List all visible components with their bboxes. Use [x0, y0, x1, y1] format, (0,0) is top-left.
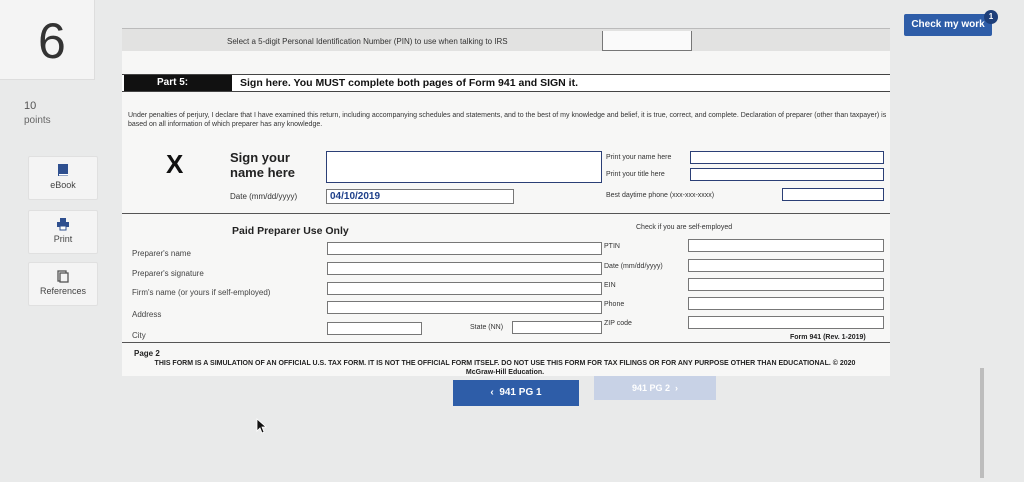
- part-tag: Part 5:: [124, 75, 232, 91]
- city-label: City: [132, 331, 146, 340]
- firm-name-input[interactable]: [327, 282, 602, 295]
- print-label: Print: [53, 234, 73, 244]
- print-name-input[interactable]: [690, 151, 884, 164]
- references-icon: [57, 270, 69, 283]
- perjury-statement: Under penalties of perjury, I declare th…: [128, 112, 887, 128]
- mouse-cursor-icon: [256, 418, 268, 434]
- ebook-label: eBook: [50, 180, 76, 190]
- preparer-date-label: Date (mm/dd/yyyy): [604, 263, 663, 270]
- phone-preparer-label: Phone: [604, 301, 625, 308]
- preparer-phone-input[interactable]: [688, 297, 884, 310]
- ptin-input[interactable]: [688, 239, 884, 252]
- preparer-name-input[interactable]: [327, 242, 602, 255]
- print-button[interactable]: Print: [28, 210, 98, 254]
- preparer-signature-input[interactable]: [327, 262, 602, 275]
- points-label: points: [24, 115, 51, 126]
- city-input[interactable]: [327, 322, 422, 335]
- ptin-label: PTIN: [604, 243, 620, 250]
- sign-label: Sign your name here: [230, 150, 296, 180]
- references-button[interactable]: References: [28, 262, 98, 306]
- date-input[interactable]: 04/10/2019: [326, 189, 514, 204]
- phone-label: Best daytime phone (xxx-xxx-xxxx): [606, 192, 715, 199]
- check-my-work-button[interactable]: Check my work: [904, 14, 992, 36]
- paid-preparer-title: Paid Preparer Use Only: [232, 225, 349, 237]
- ebook-button[interactable]: eBook: [28, 156, 98, 200]
- form-941-page-2: Select a 5-digit Personal Identification…: [122, 28, 890, 376]
- part-title: Sign here. You MUST complete both pages …: [240, 77, 578, 89]
- disclaimer: THIS FORM IS A SIMULATION OF AN OFFICIAL…: [154, 360, 856, 376]
- next-page-label: 941 PG 2: [631, 383, 671, 393]
- form-revision: Form 941 (Rev. 1-2019): [790, 334, 866, 341]
- preparer-date-input[interactable]: [688, 259, 884, 272]
- references-label: References: [39, 286, 87, 296]
- address-input[interactable]: [327, 301, 602, 314]
- state-label: State (NN): [470, 324, 504, 331]
- book-icon: [58, 164, 68, 176]
- date-label: Date (mm/dd/yyyy): [230, 192, 298, 201]
- prev-page-button[interactable]: ‹ 941 PG 1: [453, 380, 579, 406]
- firm-name-label: Firm's name (or yours if self-employed): [132, 288, 271, 297]
- points-value: 10: [24, 100, 37, 112]
- part-5-header: Part 5: Sign here. You MUST complete bot…: [122, 74, 890, 92]
- zip-input[interactable]: [688, 316, 884, 329]
- chevron-right-icon: ›: [670, 383, 679, 393]
- printer-icon: [57, 218, 69, 231]
- scrollbar[interactable]: [980, 368, 984, 478]
- question-number: 6: [38, 13, 66, 69]
- print-name-label: Print your name here: [606, 154, 672, 161]
- phone-input[interactable]: [782, 188, 884, 201]
- zip-label: ZIP code: [604, 320, 632, 327]
- divider: [122, 213, 890, 214]
- preparer-name-label: Preparer's name: [132, 249, 191, 258]
- chevron-left-icon: ‹: [490, 387, 500, 398]
- pin-instruction: Select a 5-digit Personal Identification…: [227, 37, 508, 46]
- self-employed-label: Check if you are self-employed: [636, 224, 733, 231]
- pin-input[interactable]: [602, 31, 692, 51]
- address-label: Address: [132, 310, 162, 319]
- prev-page-label: 941 PG 1: [499, 387, 542, 398]
- signature-input[interactable]: [326, 151, 602, 183]
- question-number-box: 6: [0, 0, 95, 80]
- print-title-input[interactable]: [690, 168, 884, 181]
- page-label: Page 2: [134, 349, 160, 358]
- ein-label: EIN: [604, 282, 616, 289]
- sign-x-mark: X: [166, 149, 184, 179]
- state-input[interactable]: [512, 321, 602, 334]
- ein-input[interactable]: [688, 278, 884, 291]
- check-count-badge: 1: [984, 10, 998, 24]
- preparer-signature-label: Preparer's signature: [132, 269, 204, 278]
- next-page-button[interactable]: 941 PG 2 ›: [594, 376, 716, 400]
- footer-divider: [122, 342, 890, 343]
- print-title-label: Print your title here: [606, 171, 665, 178]
